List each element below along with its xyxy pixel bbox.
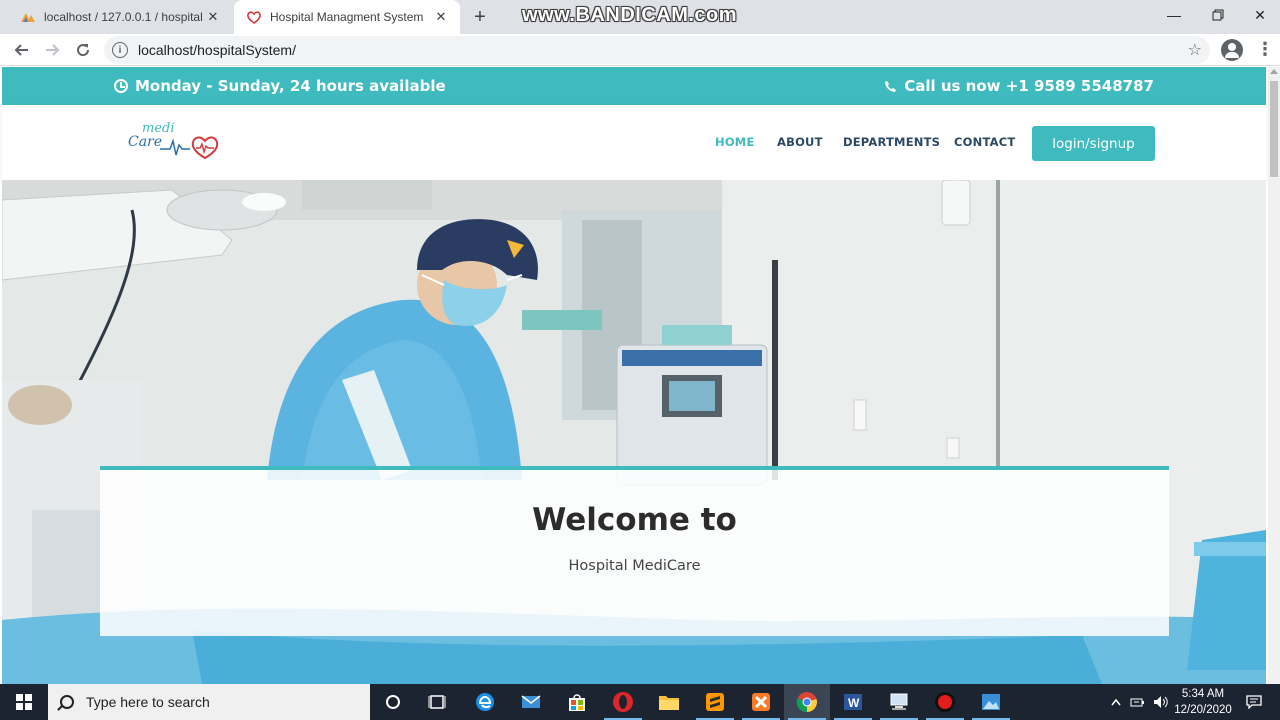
menu-dots-icon[interactable]: ⋮ (1256, 40, 1274, 58)
word-icon: W (844, 694, 862, 710)
info-topbar: Monday - Sunday, 24 hours available Call… (2, 67, 1266, 105)
clock-time: 5:34 AM (1181, 688, 1225, 700)
browser-tab-hospital[interactable]: Hospital Managment System ✕ (234, 0, 460, 34)
computer-network-icon (890, 693, 908, 710)
store-taskbar-icon[interactable] (554, 684, 600, 720)
reload-button[interactable] (71, 38, 95, 62)
start-button[interactable] (0, 684, 48, 720)
new-tab-button[interactable]: + (468, 5, 492, 29)
close-icon[interactable]: ✕ (202, 6, 224, 28)
window-close-button[interactable]: ✕ (1238, 0, 1280, 30)
tab-title: Hospital Managment System (270, 10, 424, 24)
search-placeholder: Type here to search (86, 694, 210, 710)
folder-icon (659, 696, 679, 710)
url-text: localhost/hospitalSystem/ (138, 42, 296, 58)
heartbeat-heart-icon (160, 136, 219, 160)
logo-text-bottom: Care (128, 134, 163, 150)
nav-home[interactable]: HOME (715, 135, 755, 149)
edge-icon (476, 693, 494, 711)
scrollbar-thumb[interactable] (1270, 81, 1278, 177)
file-explorer-taskbar-icon[interactable] (646, 684, 692, 720)
minimize-button[interactable]: — (1152, 0, 1196, 30)
edge-taskbar-icon[interactable] (462, 684, 508, 720)
word-taskbar-icon[interactable]: W (830, 684, 876, 720)
address-bar[interactable]: i localhost/hospitalSystem/ ☆ (104, 36, 1210, 64)
battery-plug-icon (1130, 698, 1144, 707)
browser-tab-strip: localhost / 127.0.0.1 / hospitalsystem ✕… (0, 0, 1280, 34)
opera-taskbar-icon[interactable] (600, 684, 646, 720)
windows-logo-icon (16, 694, 32, 710)
site-logo[interactable]: medi Care (128, 121, 222, 165)
recording-watermark: www.BANDICAM.com (522, 4, 738, 26)
windows-taskbar: Type here to search W 5:34 AM 12/20/2020 (0, 684, 1280, 720)
tab-title: localhost / 127.0.0.1 / hospitalsystem (44, 10, 202, 24)
reload-icon (77, 44, 90, 57)
volume-button[interactable] (1150, 684, 1172, 720)
phone-text: Call us now +1 9589 5548787 (904, 77, 1154, 95)
notification-icon (1246, 695, 1262, 709)
xampp-icon (752, 693, 770, 711)
xampp-taskbar-icon[interactable] (738, 684, 784, 720)
profile-avatar-icon[interactable] (1221, 39, 1243, 61)
login-signup-button[interactable]: login/signup (1032, 126, 1155, 161)
forward-button[interactable] (40, 38, 64, 62)
notifications-button[interactable] (1240, 684, 1268, 720)
clock-date: 12/20/2020 (1174, 704, 1232, 716)
network-app-taskbar-icon[interactable] (876, 684, 922, 720)
speaker-icon (1154, 696, 1168, 708)
browser-tab-phpmyadmin[interactable]: localhost / 127.0.0.1 / hospitalsystem ✕ (8, 0, 232, 34)
back-arrow-icon (14, 44, 28, 56)
opera-icon (613, 692, 633, 712)
welcome-title: Welcome to (532, 502, 737, 538)
page-viewport: Monday - Sunday, 24 hours available Call… (0, 67, 1268, 684)
nav-contact[interactable]: CONTACT (954, 135, 1015, 149)
image-viewer-icon (982, 694, 1000, 710)
search-icon (60, 695, 74, 709)
sublime-text-icon (706, 693, 724, 711)
hours-text: Monday - Sunday, 24 hours available (135, 77, 446, 95)
chevron-up-icon (1111, 698, 1121, 706)
chrome-taskbar-icon[interactable] (784, 684, 830, 720)
taskbar-search[interactable]: Type here to search (48, 684, 370, 720)
mail-taskbar-icon[interactable] (508, 684, 554, 720)
clock-icon (114, 79, 128, 93)
nav-about[interactable]: ABOUT (777, 135, 823, 149)
phone-icon (885, 80, 897, 92)
sublime-taskbar-icon[interactable] (692, 684, 738, 720)
power-status-button[interactable] (1128, 684, 1148, 720)
cortana-circle-icon (386, 695, 400, 709)
task-view-icon (428, 695, 446, 709)
cortana-button[interactable] (370, 684, 416, 720)
forward-arrow-icon (46, 44, 60, 56)
heart-icon (247, 11, 261, 24)
bandicam-taskbar-icon[interactable] (922, 684, 968, 720)
bookmark-star-icon[interactable]: ☆ (1188, 40, 1202, 60)
show-hidden-icons-button[interactable] (1106, 684, 1126, 720)
hero-section: Welcome to Hospital MediCare (2, 180, 1266, 684)
back-button[interactable] (10, 38, 34, 62)
store-bag-icon (569, 694, 585, 711)
hours-info: Monday - Sunday, 24 hours available (114, 77, 446, 95)
taskbar-clock[interactable]: 5:34 AM 12/20/2020 (1172, 686, 1234, 718)
mail-icon (521, 695, 541, 708)
phpmyadmin-icon (21, 13, 35, 22)
site-header: medi Care HOME ABOUT DEPARTMENTS CONTACT… (2, 105, 1266, 180)
restore-icon (1212, 9, 1224, 21)
record-icon (935, 692, 955, 712)
chrome-icon (796, 692, 817, 713)
svg-text:W: W (848, 696, 860, 710)
close-icon[interactable]: ✕ (430, 6, 452, 28)
site-info-icon[interactable]: i (112, 42, 128, 58)
welcome-subtitle: Hospital MediCare (568, 558, 701, 574)
nav-departments[interactable]: DEPARTMENTS (843, 135, 940, 149)
restore-button[interactable] (1196, 0, 1240, 30)
browser-toolbar: i localhost/hospitalSystem/ ☆ ⋮ (0, 34, 1280, 66)
photos-taskbar-icon[interactable] (968, 684, 1014, 720)
page-scrollbar[interactable] (1268, 67, 1280, 684)
scroll-up-arrow-icon[interactable] (1270, 69, 1278, 74)
welcome-box: Welcome to Hospital MediCare (100, 466, 1169, 636)
task-view-button[interactable] (414, 684, 460, 720)
phone-info: Call us now +1 9589 5548787 (884, 77, 1154, 95)
